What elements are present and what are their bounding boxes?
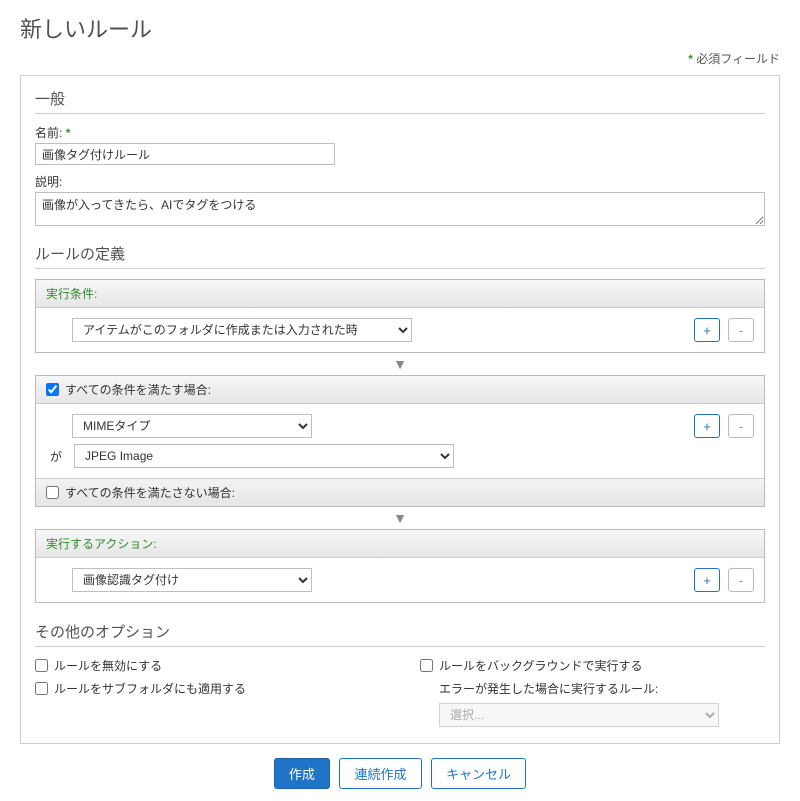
action-add-button[interactable]: +	[694, 568, 720, 592]
apply-subfolders-checkbox[interactable]	[35, 682, 48, 695]
section-other-heading: その他のオプション	[35, 621, 765, 647]
arrow-down-icon: ▼	[35, 357, 765, 371]
name-label: 名前: *	[35, 124, 765, 141]
when-add-button[interactable]: +	[694, 318, 720, 342]
error-rule-select: 選択...	[439, 703, 719, 727]
section-general-heading: 一般	[35, 88, 765, 114]
footer-buttons: 作成 連続作成 キャンセル	[20, 758, 780, 789]
error-rule-label: エラーが発生した場合に実行するルール:	[439, 680, 658, 697]
cancel-button[interactable]: キャンセル	[431, 758, 526, 789]
disable-rule-row[interactable]: ルールを無効にする	[35, 657, 380, 674]
apply-subfolders-row[interactable]: ルールをサブフォルダにも適用する	[35, 680, 380, 697]
disable-rule-label: ルールを無効にする	[54, 657, 162, 674]
disable-rule-checkbox[interactable]	[35, 659, 48, 672]
if-none-label: すべての条件を満たさない場合:	[65, 484, 235, 501]
if-none-header: すべての条件を満たさない場合:	[36, 478, 764, 506]
if-all-checkbox[interactable]	[46, 383, 59, 396]
create-button[interactable]: 作成	[274, 758, 330, 789]
rule-form-panel: 一般 名前: * 説明: 画像が入ってきたら、AIでタグをつける ルールの定義 …	[20, 75, 780, 744]
apply-subfolders-label: ルールをサブフォルダにも適用する	[54, 680, 246, 697]
if-none-checkbox[interactable]	[46, 486, 59, 499]
if-box: すべての条件を満たす場合: MIMEタイプ + - が JPEG Image す…	[35, 375, 765, 507]
when-remove-button[interactable]: -	[728, 318, 754, 342]
required-field-hint: * 必須フィールド	[20, 50, 780, 67]
section-definition-heading: ルールの定義	[35, 243, 765, 269]
run-background-row[interactable]: ルールをバックグラウンドで実行する	[420, 657, 765, 674]
action-box: 実行するアクション: 画像認識タグ付け + -	[35, 529, 765, 603]
criteria-add-button[interactable]: +	[694, 414, 720, 438]
when-select[interactable]: アイテムがこのフォルダに作成または入力された時	[72, 318, 412, 342]
action-select[interactable]: 画像認識タグ付け	[72, 568, 312, 592]
when-box: 実行条件: アイテムがこのフォルダに作成または入力された時 + -	[35, 279, 765, 353]
criteria-op-label: が	[46, 448, 66, 465]
criteria-type-select[interactable]: MIMEタイプ	[72, 414, 312, 438]
if-all-header: すべての条件を満たす場合:	[36, 376, 764, 404]
criteria-remove-button[interactable]: -	[728, 414, 754, 438]
if-all-label: すべての条件を満たす場合:	[65, 381, 211, 398]
arrow-down-icon: ▼	[35, 511, 765, 525]
run-background-checkbox[interactable]	[420, 659, 433, 672]
when-header: 実行条件:	[36, 280, 764, 308]
action-remove-button[interactable]: -	[728, 568, 754, 592]
description-label: 説明:	[35, 173, 765, 190]
criteria-value-select[interactable]: JPEG Image	[74, 444, 454, 468]
action-header: 実行するアクション:	[36, 530, 764, 558]
description-input[interactable]: 画像が入ってきたら、AIでタグをつける	[35, 192, 765, 226]
name-input[interactable]	[35, 143, 335, 165]
create-continue-button[interactable]: 連続作成	[339, 758, 421, 789]
run-background-label: ルールをバックグラウンドで実行する	[439, 657, 643, 674]
page-title: 新しいルール	[20, 12, 780, 44]
